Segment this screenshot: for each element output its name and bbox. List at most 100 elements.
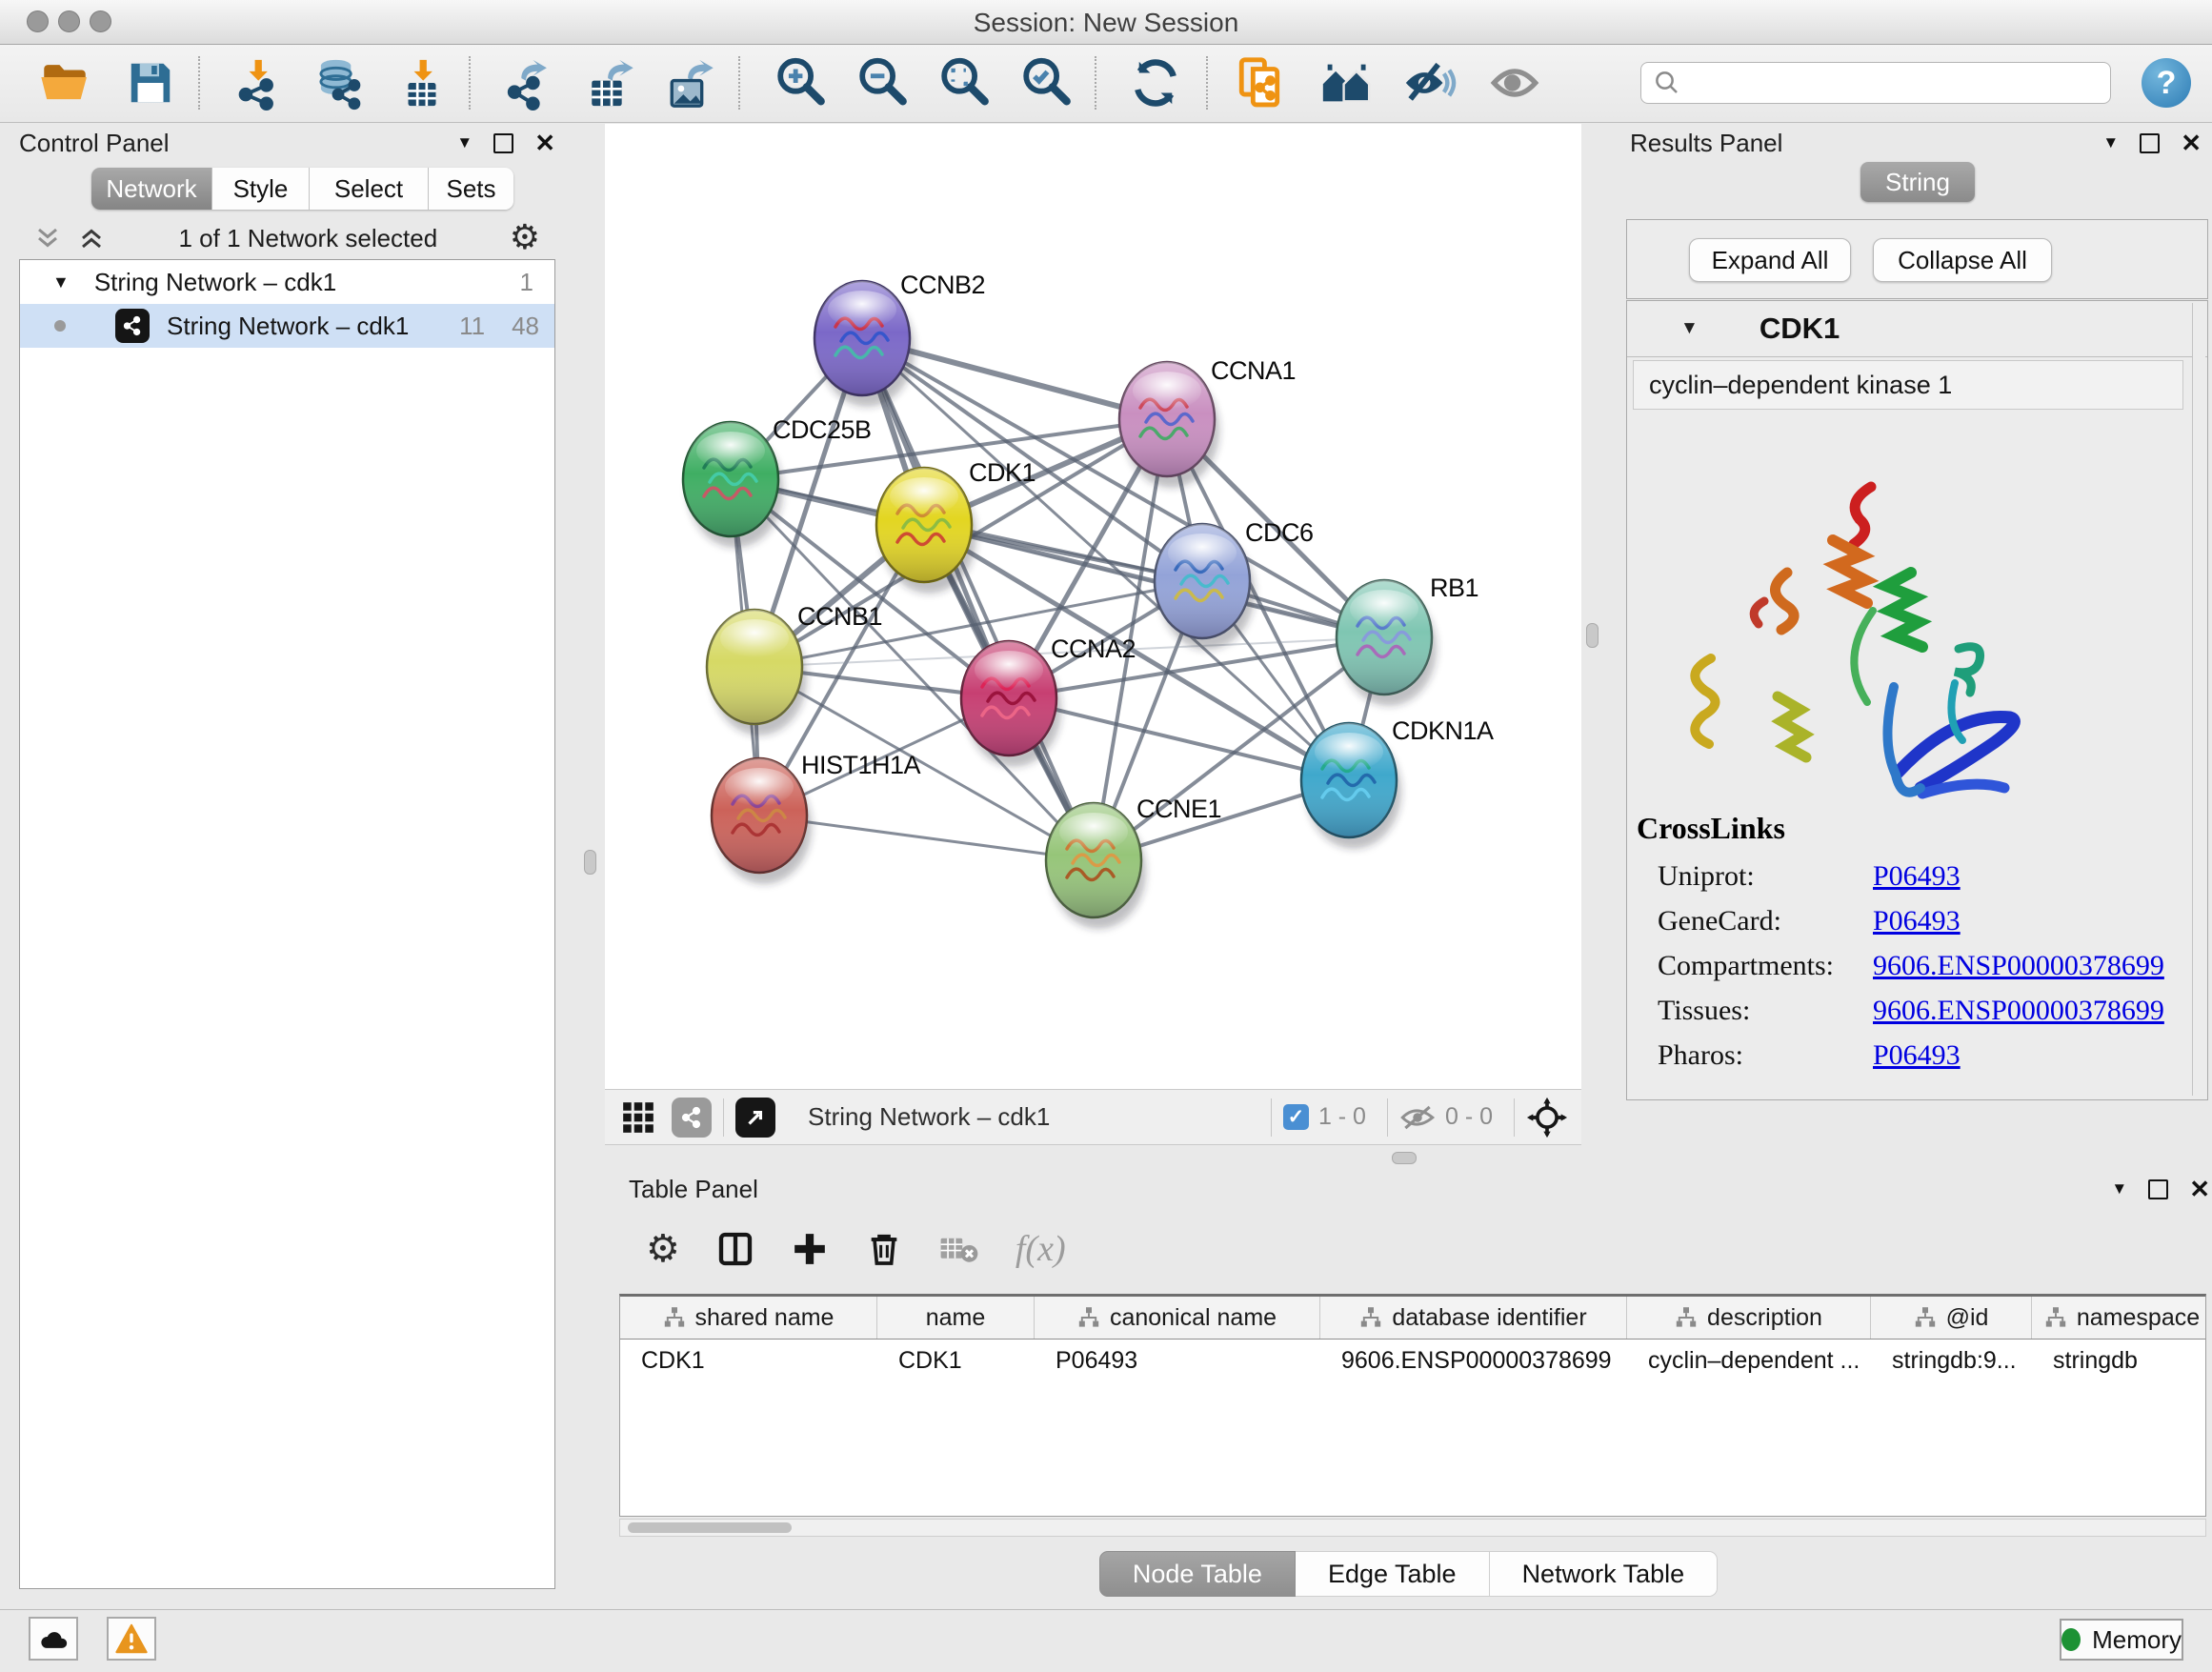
birdseye-view-icon[interactable] bbox=[735, 1098, 775, 1138]
tab-network[interactable]: Network bbox=[91, 168, 212, 210]
import-network-file-button[interactable] bbox=[225, 52, 290, 113]
function-builder-icon[interactable]: f(x) bbox=[1016, 1228, 1066, 1270]
tab-select[interactable]: Select bbox=[310, 168, 429, 210]
column-header--id[interactable]: @id bbox=[1871, 1297, 2032, 1339]
table-cell[interactable]: stringdb bbox=[2032, 1340, 2206, 1381]
network-node-CCNA2[interactable] bbox=[961, 641, 1061, 767]
pan-crosshair-icon[interactable] bbox=[1526, 1097, 1568, 1138]
network-node-CCNB1[interactable] bbox=[707, 610, 807, 735]
table-cell[interactable]: CDK1 bbox=[620, 1340, 877, 1381]
memory-status-dot bbox=[2061, 1628, 2081, 1651]
memory-button[interactable]: Memory bbox=[2060, 1619, 2183, 1661]
hide-selected-button[interactable] bbox=[1397, 52, 1461, 113]
add-column-icon[interactable] bbox=[791, 1230, 829, 1268]
table-cell[interactable]: P06493 bbox=[1035, 1340, 1320, 1381]
network-node-CDC6[interactable] bbox=[1155, 524, 1255, 650]
help-button[interactable]: ? bbox=[2142, 58, 2191, 108]
export-table-button[interactable] bbox=[580, 52, 645, 113]
panel-close-icon[interactable]: ✕ bbox=[2181, 129, 2202, 158]
tab-sets[interactable]: Sets bbox=[429, 168, 513, 210]
panel-collapse-icon[interactable]: ▼ bbox=[2111, 1179, 2127, 1199]
tab-node-table[interactable]: Node Table bbox=[1099, 1551, 1296, 1597]
tab-string[interactable]: String bbox=[1860, 162, 1975, 202]
delete-column-icon[interactable] bbox=[865, 1230, 903, 1268]
cloud-button[interactable] bbox=[29, 1617, 78, 1661]
table-row[interactable]: CDK1CDK1P064939606.ENSP00000378699cyclin… bbox=[620, 1340, 2205, 1381]
export-network-icon bbox=[503, 55, 558, 111]
network-selection-status: 1 of 1 Network selected bbox=[107, 224, 510, 253]
search-input[interactable] bbox=[1691, 69, 2099, 97]
scrollbar-thumb[interactable] bbox=[628, 1522, 792, 1533]
refresh-view-button[interactable] bbox=[1123, 52, 1188, 113]
copy-network-button[interactable] bbox=[1230, 52, 1295, 113]
column-header-name[interactable]: name bbox=[877, 1297, 1035, 1339]
panel-collapse-icon[interactable]: ▼ bbox=[456, 133, 473, 152]
left-splitter-handle[interactable] bbox=[584, 850, 596, 875]
crosslink-link[interactable]: P06493 bbox=[1873, 905, 1961, 937]
crosslink-link[interactable]: P06493 bbox=[1873, 860, 1961, 893]
panel-collapse-icon[interactable]: ▼ bbox=[2102, 133, 2119, 152]
network-collection-row[interactable]: ▼ String Network – cdk1 1 bbox=[20, 260, 554, 304]
expand-all-button[interactable]: Expand All bbox=[1689, 238, 1851, 282]
network-row[interactable]: String Network – cdk1 11 48 bbox=[20, 304, 554, 348]
right-splitter-handle[interactable] bbox=[1586, 623, 1599, 648]
column-header-shared-name[interactable]: shared name bbox=[620, 1297, 877, 1339]
network-node-HIST1H1A[interactable] bbox=[712, 758, 812, 884]
edge-CCNB2-CCNE1[interactable] bbox=[862, 338, 1094, 860]
tab-edge-table[interactable]: Edge Table bbox=[1296, 1551, 1490, 1597]
gene-header[interactable]: ▼ CDK1 bbox=[1627, 301, 2207, 357]
tab-network-table[interactable]: Network Table bbox=[1490, 1551, 1719, 1597]
collapse-all-button[interactable]: Collapse All bbox=[1873, 238, 2052, 282]
string-view-icon[interactable] bbox=[672, 1098, 712, 1138]
column-header-description[interactable]: description bbox=[1627, 1297, 1871, 1339]
table-cell[interactable]: CDK1 bbox=[877, 1340, 1035, 1381]
network-node-CDKN1A[interactable] bbox=[1301, 723, 1401, 849]
panel-float-icon[interactable] bbox=[493, 133, 513, 153]
panel-float-icon[interactable] bbox=[2140, 133, 2160, 153]
zoom-in-button[interactable] bbox=[768, 52, 833, 113]
zoom-fit-button[interactable] bbox=[932, 52, 996, 113]
network-graph[interactable]: CCNB2CCNA1CDC25BCDK1CDC6RB1CCNB1CCNA2CDK… bbox=[605, 124, 1581, 1089]
tab-style[interactable]: Style bbox=[212, 168, 310, 210]
crosslink-link[interactable]: 9606.ENSP00000378699 bbox=[1873, 995, 2164, 1027]
first-neighbors-button[interactable] bbox=[1314, 52, 1378, 113]
table-cell[interactable]: cyclin–dependent ... bbox=[1627, 1340, 1871, 1381]
table-cell[interactable]: 9606.ENSP00000378699 bbox=[1320, 1340, 1627, 1381]
show-all-button[interactable] bbox=[1482, 52, 1547, 113]
import-network-database-button[interactable] bbox=[306, 52, 371, 113]
table-horizontal-scrollbar[interactable] bbox=[619, 1519, 2206, 1537]
panel-close-icon[interactable]: ✕ bbox=[2189, 1175, 2210, 1204]
network-node-CCNB2[interactable] bbox=[814, 281, 915, 407]
network-options-gear-icon[interactable]: ⚙ bbox=[510, 221, 540, 255]
zoom-selected-button[interactable] bbox=[1014, 52, 1078, 113]
save-session-button[interactable] bbox=[118, 52, 183, 113]
column-header-database-identifier[interactable]: database identifier bbox=[1320, 1297, 1627, 1339]
network-node-CCNA1[interactable] bbox=[1119, 362, 1219, 488]
grid-view-icon[interactable] bbox=[620, 1099, 656, 1136]
export-image-button[interactable] bbox=[660, 52, 725, 113]
panel-float-icon[interactable] bbox=[2148, 1179, 2168, 1199]
collection-expand-icon[interactable]: ▼ bbox=[52, 272, 70, 292]
warnings-button[interactable] bbox=[107, 1617, 156, 1661]
network-node-CCNE1[interactable] bbox=[1046, 803, 1146, 929]
column-header-canonical-name[interactable]: canonical name bbox=[1035, 1297, 1320, 1339]
zoom-out-button[interactable] bbox=[850, 52, 915, 113]
selected-checkbox-icon[interactable]: ✓ bbox=[1283, 1104, 1309, 1130]
collapse-all-networks-icon[interactable] bbox=[32, 224, 63, 252]
export-network-button[interactable] bbox=[498, 52, 563, 113]
crosslink-link[interactable]: P06493 bbox=[1873, 1039, 1961, 1072]
results-scrollbar[interactable] bbox=[2192, 303, 2205, 1096]
table-options-gear-icon[interactable]: ⚙ bbox=[646, 1230, 680, 1268]
show-columns-icon[interactable] bbox=[716, 1230, 754, 1268]
gene-expand-icon[interactable]: ▼ bbox=[1680, 318, 1699, 339]
network-node-RB1[interactable] bbox=[1337, 580, 1437, 706]
crosslink-link[interactable]: 9606.ENSP00000378699 bbox=[1873, 950, 2164, 982]
column-header-namespace[interactable]: namespace bbox=[2032, 1297, 2206, 1339]
delete-table-icon[interactable] bbox=[939, 1233, 979, 1265]
import-table-file-button[interactable] bbox=[390, 52, 454, 113]
panel-close-icon[interactable]: ✕ bbox=[534, 129, 555, 158]
table-cell[interactable]: stringdb:9... bbox=[1871, 1340, 2032, 1381]
network-node-CDK1[interactable] bbox=[876, 468, 976, 594]
expand-all-networks-icon[interactable] bbox=[76, 224, 107, 252]
open-session-button[interactable] bbox=[32, 52, 97, 113]
